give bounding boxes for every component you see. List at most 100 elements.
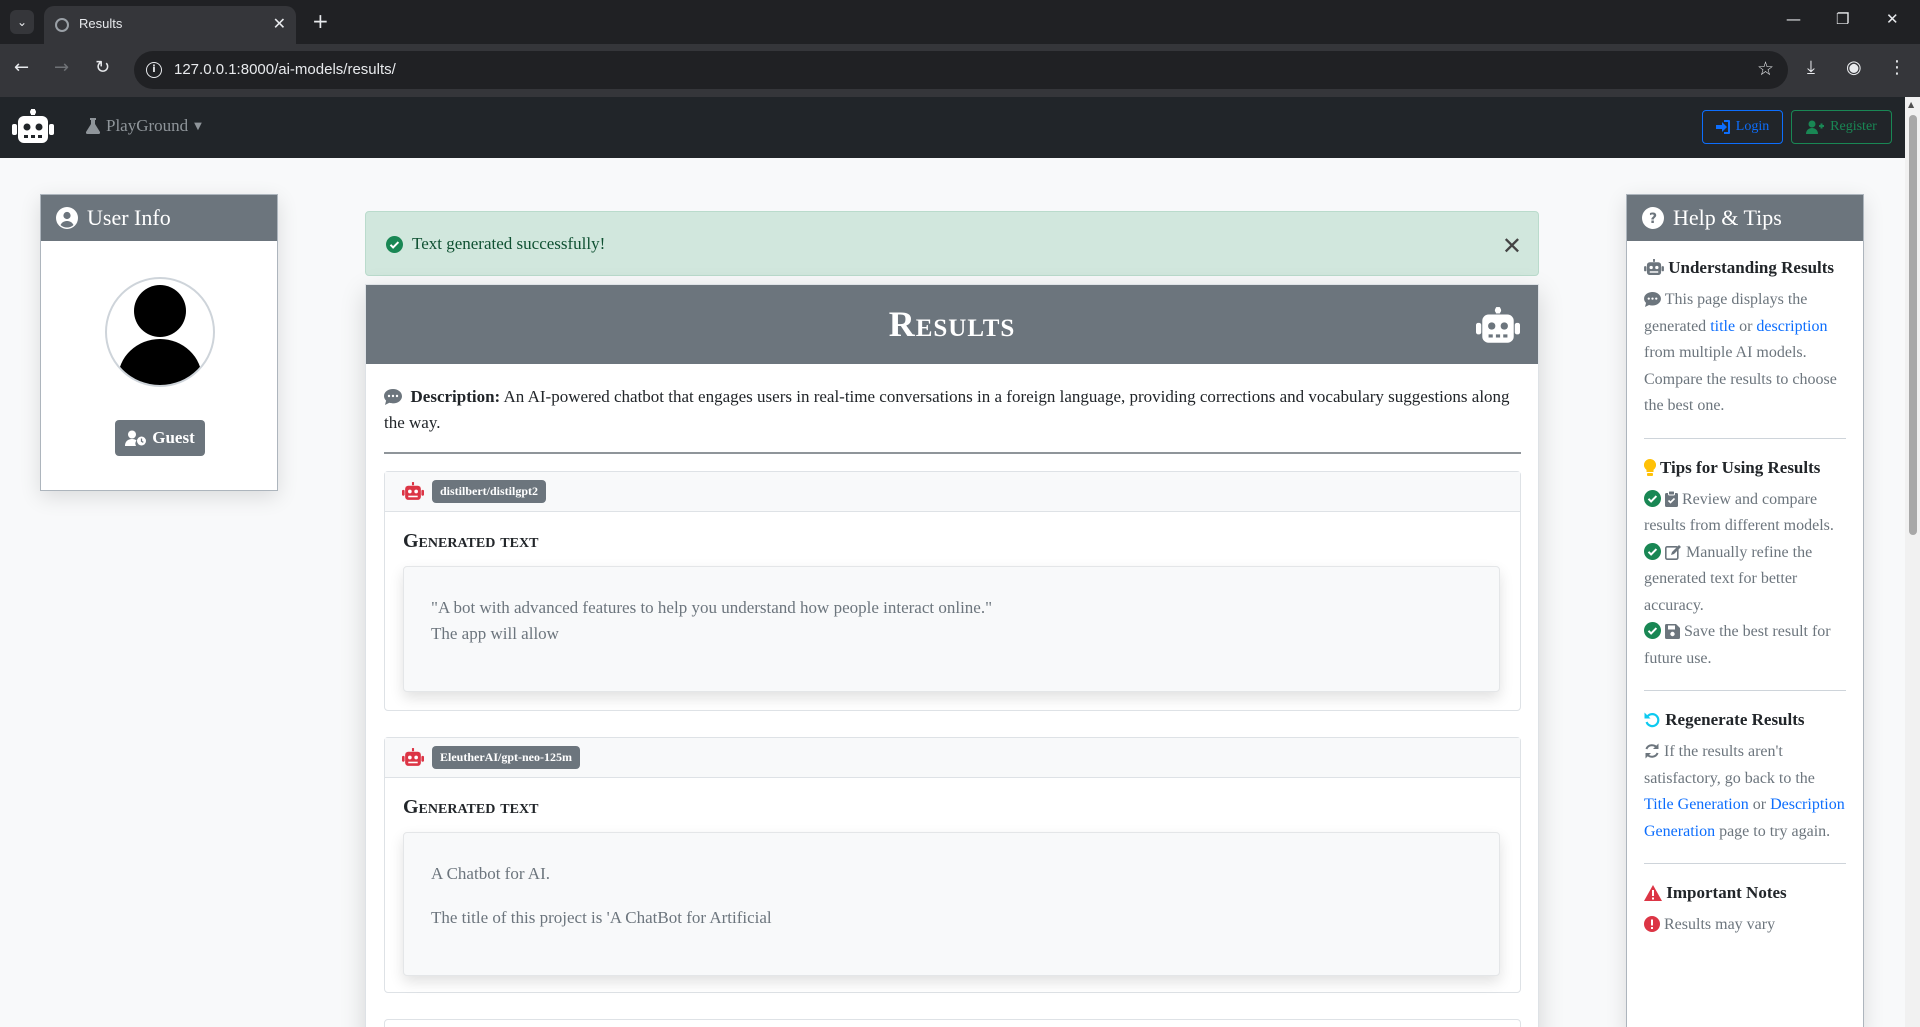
model-result-header: distilbert/distilgpt2: [385, 472, 1520, 512]
globe-icon: [55, 18, 69, 32]
scroll-up-icon[interactable]: ▲: [1908, 100, 1914, 109]
help-text: or: [1739, 317, 1753, 335]
generated-text-box: A Chatbot for AI. The title of this proj…: [403, 832, 1500, 976]
help-text: from multiple AI models. Compare the res…: [1644, 344, 1837, 414]
question-circle-icon: ?: [1642, 207, 1664, 229]
description-label: Description:: [410, 387, 501, 406]
results-header: Results: [366, 285, 1538, 364]
generated-text-box: "A bot with advanced features to help yo…: [403, 566, 1500, 692]
title-link[interactable]: title: [1710, 318, 1735, 335]
user-circle-icon: [56, 207, 78, 229]
help-section-notes: Important Notes Results may vary: [1644, 882, 1846, 957]
user-plus-icon: [1806, 120, 1825, 134]
close-alert-icon[interactable]: ✕: [1502, 232, 1522, 260]
comment-dots-icon: [384, 389, 402, 405]
generated-paragraph: The title of this project is 'A ChatBot …: [431, 908, 772, 927]
close-window-icon[interactable]: ✕: [1886, 10, 1899, 28]
back-icon[interactable]: ←: [14, 57, 29, 78]
tip-item: Save the best result for future use.: [1644, 619, 1846, 672]
robot-icon: [1476, 307, 1520, 350]
user-info-header: User Info: [41, 195, 277, 241]
app-navbar: PlayGround ▼ Login Register: [0, 97, 1905, 158]
guest-badge[interactable]: Guest: [115, 420, 205, 456]
svg-text:?: ?: [1649, 211, 1657, 227]
browser-tab[interactable]: Results ✕: [44, 6, 296, 44]
minimize-icon[interactable]: —: [1786, 10, 1801, 28]
tip-item: Manually refine the generated text for b…: [1644, 540, 1846, 620]
robot-icon: [402, 748, 424, 766]
help-section-tips: Tips for Using Results Review and compar…: [1644, 457, 1846, 691]
description-block: Description: An AI-powered chatbot that …: [384, 384, 1524, 436]
lightbulb-icon: [1644, 458, 1656, 476]
user-clock-icon: [125, 430, 147, 446]
check-circle-icon: [1644, 489, 1661, 507]
model-result-header: EleutherAI/gpt-neo-125m: [385, 738, 1520, 778]
close-tab-icon[interactable]: ✕: [273, 14, 286, 33]
help-text: Results may vary: [1664, 916, 1776, 933]
warning-icon: [1644, 885, 1662, 901]
check-circle-icon: [1644, 622, 1661, 639]
divider: [384, 452, 1521, 454]
tab-search-chevron-icon[interactable]: ⌄: [10, 10, 34, 34]
help-heading: Important Notes: [1666, 883, 1787, 902]
tip-item: Review and compare results from differen…: [1644, 487, 1846, 540]
browser-toolbar: ← → ↻ i 127.0.0.1:8000/ai-models/results…: [0, 44, 1920, 97]
bookmark-star-icon[interactable]: ☆: [1757, 58, 1774, 80]
help-text: If the results aren't satisfactory, go b…: [1644, 743, 1815, 787]
save-icon: [1665, 624, 1680, 639]
url-text[interactable]: 127.0.0.1:8000/ai-models/results/: [174, 61, 396, 78]
help-text: page to try again.: [1719, 822, 1831, 840]
help-heading: Tips for Using Results: [1659, 457, 1821, 477]
generated-line: "A bot with advanced features to help yo…: [431, 598, 993, 617]
model-result-card: EleutherAI/gpt-neo-125m Generated text A…: [384, 737, 1521, 993]
forward-icon[interactable]: →: [54, 57, 69, 78]
new-tab-icon[interactable]: +: [312, 9, 329, 33]
alert-message: Text generated successfully!: [412, 234, 606, 253]
sync-icon: [1645, 743, 1659, 759]
robot-icon: [1644, 259, 1664, 276]
help-section-regenerate: Regenerate Results If the results aren't…: [1644, 709, 1846, 864]
exclamation-circle-icon: [1644, 916, 1660, 932]
user-info-card: User Info Guest: [40, 194, 278, 491]
generated-text-heading: Generated text: [403, 796, 539, 818]
user-info-title: User Info: [87, 205, 171, 230]
guest-label: Guest: [152, 428, 195, 447]
playground-label: PlayGround: [106, 116, 189, 135]
tab-title: Results: [79, 16, 123, 31]
site-info-icon[interactable]: i: [146, 62, 162, 78]
check-circle-icon: [386, 235, 403, 253]
help-tips-title: Help & Tips: [1673, 205, 1782, 230]
scrollbar-thumb[interactable]: [1909, 115, 1917, 535]
address-bar[interactable]: i 127.0.0.1:8000/ai-models/results/ ☆: [134, 51, 1788, 89]
help-heading: Understanding Results: [1668, 258, 1835, 277]
help-section-understanding: Understanding Results This page displays…: [1644, 257, 1846, 439]
success-alert: Text generated successfully! ✕: [365, 211, 1539, 276]
description-link[interactable]: description: [1756, 318, 1827, 335]
model-name-badge: EleutherAI/gpt-neo-125m: [432, 746, 580, 769]
help-tips-header: ? Help & Tips: [1627, 195, 1863, 241]
comment-dots-icon: [1644, 292, 1661, 307]
model-name-badge: distilbert/distilgpt2: [432, 480, 547, 503]
results-card: Results Description: An AI-powered chatb…: [365, 284, 1539, 1027]
sign-in-icon: [1715, 120, 1730, 134]
help-heading: Regenerate Results: [1665, 710, 1805, 729]
restore-icon[interactable]: ❐: [1836, 10, 1849, 28]
download-icon[interactable]: ⤓: [1807, 57, 1815, 78]
reload-icon[interactable]: ↻: [95, 57, 110, 78]
brand-robot-icon[interactable]: [12, 109, 54, 150]
generated-line: The app will allow: [431, 624, 559, 643]
model-result-card: [384, 1019, 1521, 1027]
register-button[interactable]: Register: [1791, 110, 1892, 144]
login-button[interactable]: Login: [1702, 110, 1783, 144]
title-generation-link[interactable]: Title Generation: [1644, 796, 1749, 813]
help-text: or: [1752, 796, 1767, 813]
profile-icon[interactable]: ◉: [1846, 57, 1862, 78]
login-label: Login: [1735, 119, 1770, 134]
page-scrollbar[interactable]: ▲: [1905, 97, 1920, 1027]
check-circle-icon: [1644, 542, 1661, 560]
playground-dropdown[interactable]: PlayGround ▼: [86, 116, 202, 136]
menu-kebab-icon[interactable]: ⋮: [1888, 57, 1906, 78]
register-label: Register: [1830, 119, 1877, 134]
generated-paragraph: A Chatbot for AI.: [431, 864, 550, 883]
description-text: An AI-powered chatbot that engages users…: [384, 387, 1510, 432]
